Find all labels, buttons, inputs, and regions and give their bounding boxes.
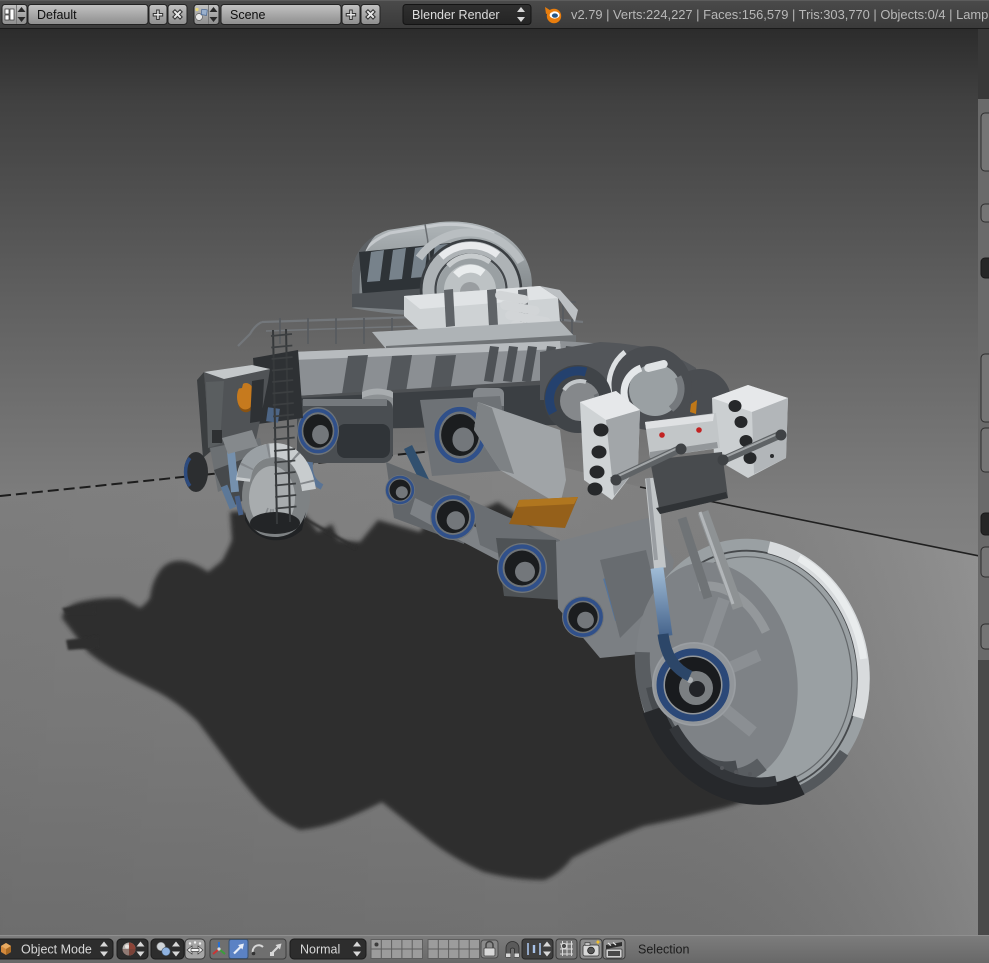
svg-text:Object Mode: Object Mode xyxy=(21,943,92,957)
svg-text:✦: ✦ xyxy=(595,938,602,947)
svg-text:✚: ✚ xyxy=(346,8,357,23)
svg-text:✖: ✖ xyxy=(365,7,377,23)
svg-text:Selection: Selection xyxy=(638,943,689,957)
svg-text:Default: Default xyxy=(37,8,77,22)
svg-text:✚: ✚ xyxy=(153,8,164,23)
svg-text:Scene: Scene xyxy=(230,8,265,22)
svg-text:v2.79 | Verts:224,227 | Faces:: v2.79 | Verts:224,227 | Faces:156,579 | … xyxy=(571,7,988,22)
svg-text:Normal: Normal xyxy=(300,943,340,957)
svg-text:✖: ✖ xyxy=(172,7,184,23)
svg-text:Blender Render: Blender Render xyxy=(412,8,500,22)
